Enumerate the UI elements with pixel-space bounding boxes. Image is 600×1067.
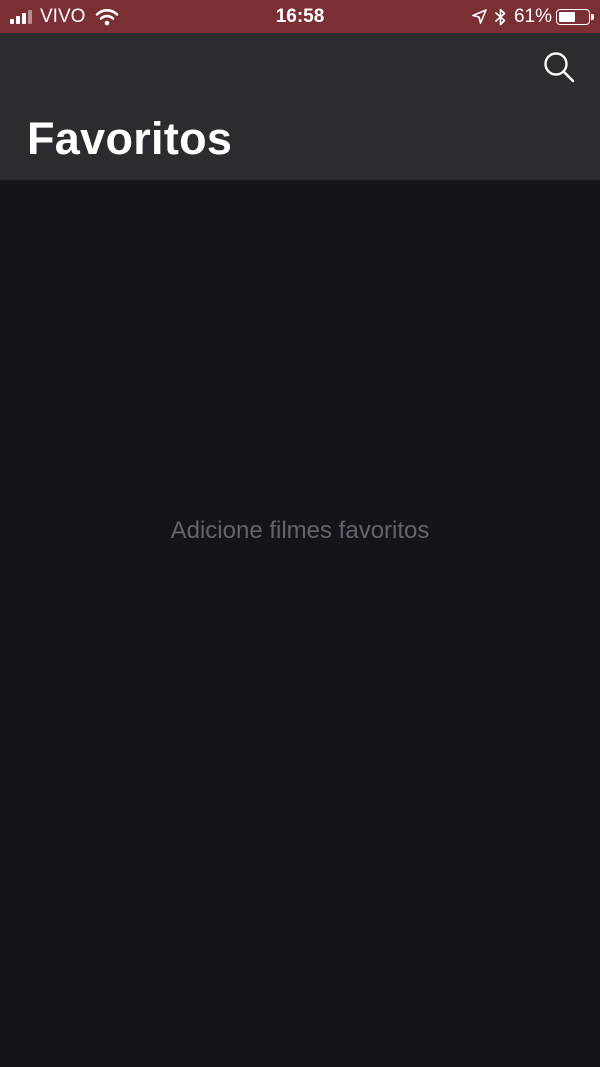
page-title: Favoritos: [27, 113, 233, 164]
battery-icon: [556, 8, 594, 25]
battery-tip: [591, 13, 594, 20]
empty-state-message: Adicione filmes favoritos: [170, 517, 430, 544]
status-right: 61%: [472, 0, 594, 33]
search-icon: [544, 52, 575, 83]
nav-header: Favoritos: [0, 33, 600, 180]
status-bar: VIVO 16:58 61%: [0, 0, 600, 33]
bluetooth-icon: [495, 8, 506, 25]
favorites-list: Adicione filmes favoritos: [0, 180, 600, 1067]
search-button[interactable]: [542, 50, 578, 86]
battery-percent: 61%: [513, 5, 552, 27]
battery-level: [559, 11, 575, 22]
location-arrow-icon: [472, 9, 487, 24]
